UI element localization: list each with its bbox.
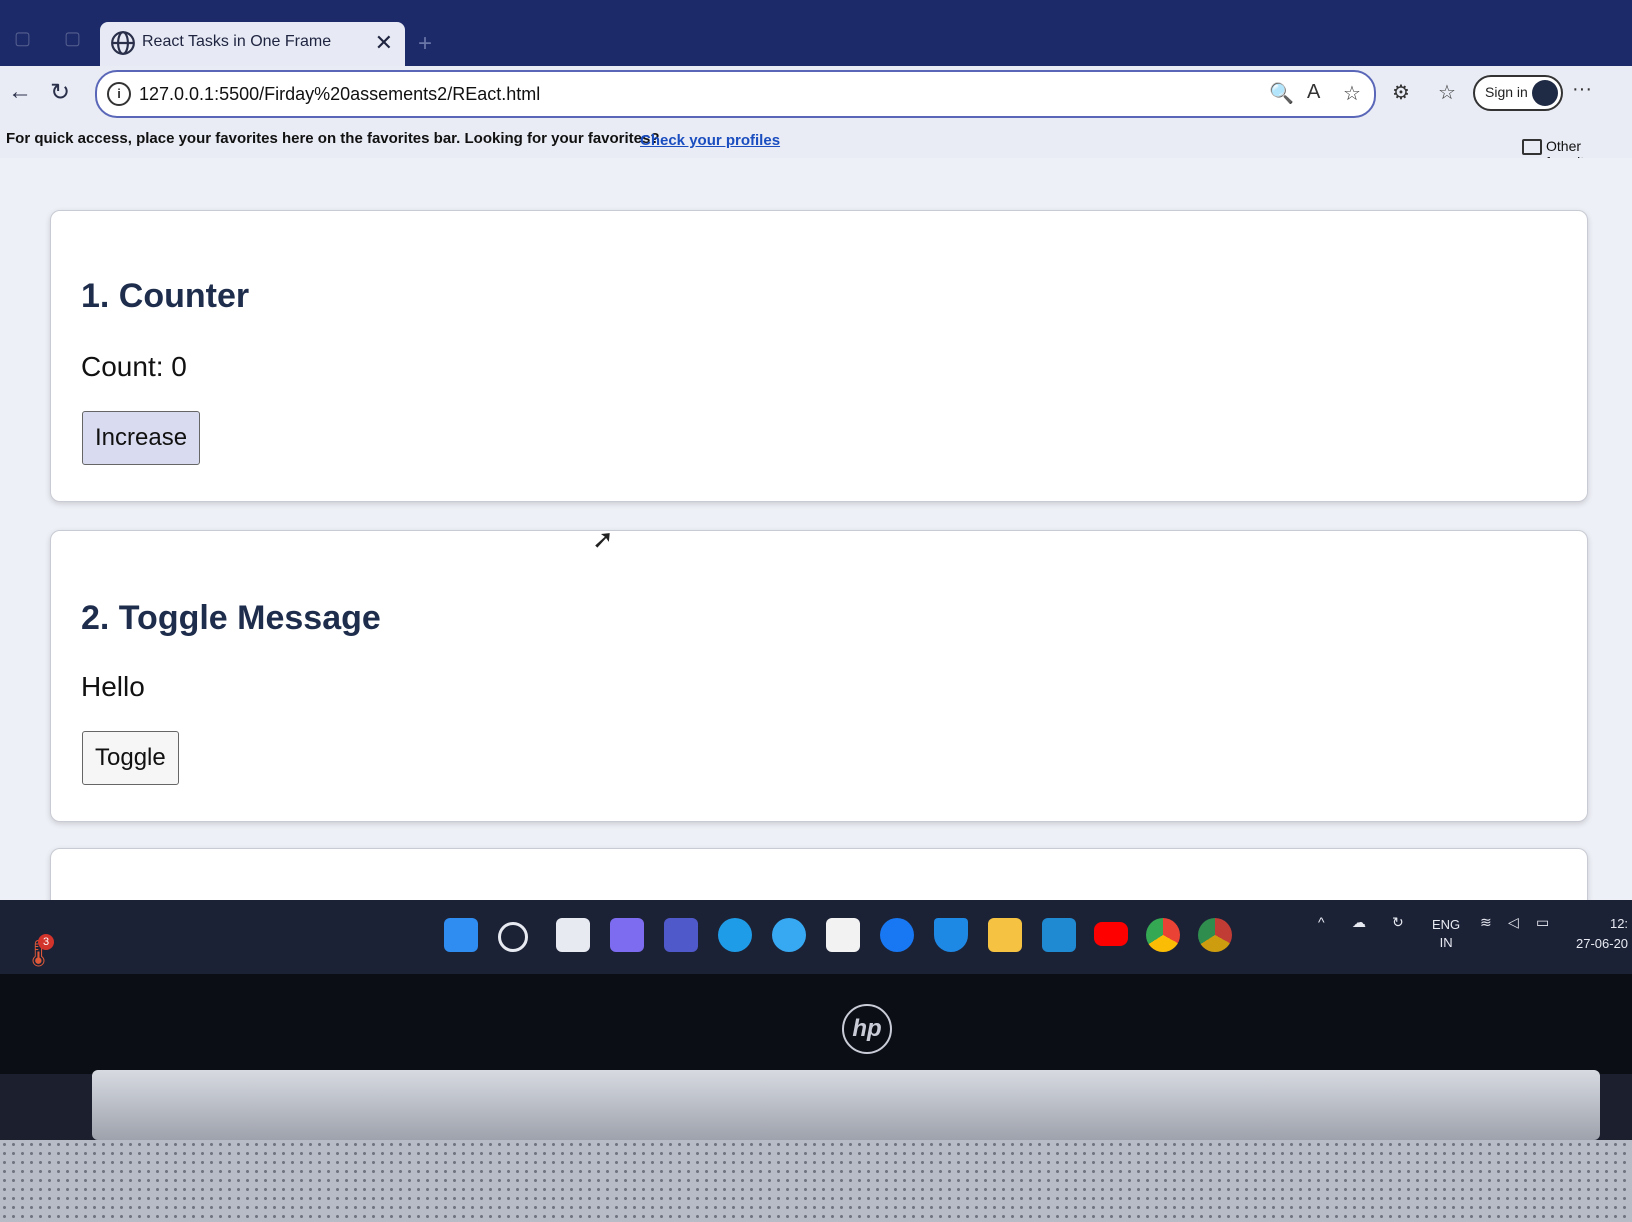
chrome-icon[interactable]: [1146, 918, 1180, 952]
copilot-icon[interactable]: [610, 918, 644, 952]
taskbar: 🌡 3 ^ ☁ ↻ ENG IN ≋ ◁ ▭ 12: 27-06-20: [0, 900, 1632, 974]
clock-date: 27-06-20: [1576, 936, 1629, 951]
sign-in-button[interactable]: Sign in: [1473, 75, 1563, 111]
mouse-cursor-icon: ➚: [592, 524, 614, 554]
language-indicator[interactable]: ENG IN: [1432, 916, 1460, 952]
task-view-icon[interactable]: [556, 918, 590, 952]
counter-title: 1. Counter: [81, 277, 250, 315]
language-code: ENG: [1432, 917, 1461, 932]
start-icon[interactable]: [444, 918, 478, 952]
toggle-title: 2. Toggle Message: [81, 599, 381, 637]
refresh-icon[interactable]: ↻: [50, 78, 70, 107]
read-aloud-icon[interactable]: A: [1307, 81, 1320, 104]
new-tab-button[interactable]: +: [418, 30, 432, 58]
tray-overflow-icon[interactable]: ^: [1318, 914, 1325, 930]
more-menu-icon[interactable]: ···: [1572, 78, 1592, 101]
store-icon[interactable]: [826, 918, 860, 952]
increase-button[interactable]: Increase: [82, 411, 201, 465]
tab-close-icon[interactable]: ✕: [375, 30, 393, 56]
zoom-icon[interactable]: 🔍: [1269, 81, 1294, 106]
window-controls[interactable]: ▢ ▢: [14, 28, 95, 49]
toggle-button[interactable]: Toggle: [82, 731, 179, 785]
help-icon[interactable]: [772, 918, 806, 952]
volume-icon[interactable]: ◁: [1508, 914, 1519, 931]
toggle-message: Hello: [81, 671, 145, 702]
clock-time: 12:: [1609, 916, 1629, 931]
sync-icon[interactable]: ↻: [1392, 914, 1404, 931]
sign-in-label: Sign in: [1485, 84, 1528, 100]
check-profiles-link[interactable]: Check your profiles: [640, 132, 780, 149]
count-display: Count: 0: [81, 351, 187, 382]
back-arrow-icon[interactable]: ←: [8, 78, 32, 106]
edge-icon[interactable]: [718, 918, 752, 952]
file-explorer-icon[interactable]: [988, 918, 1022, 952]
page-content: 1. Counter Count: 0 Increase 2. Toggle M…: [0, 158, 1632, 930]
favorites-bar: For quick access, place your favorites h…: [0, 122, 1632, 170]
tab-strip: ▢ ▢ React Tasks in One Frame ✕ +: [0, 0, 1632, 66]
weather-badge: 3: [38, 934, 54, 950]
chrome-profile-icon[interactable]: [1198, 918, 1232, 952]
youtube-icon[interactable]: [1094, 922, 1128, 946]
search-icon[interactable]: [498, 922, 528, 952]
folder-icon: [1522, 139, 1542, 155]
defender-icon[interactable]: [934, 918, 968, 952]
battery-icon[interactable]: ▭: [1536, 914, 1549, 931]
speaker-grille: [0, 1140, 1632, 1222]
tab-title: React Tasks in One Frame: [142, 33, 332, 50]
region-code: IN: [1439, 935, 1453, 950]
address-bar[interactable]: i 127.0.0.1:5500/Firday%20assements2/REa…: [95, 70, 1376, 118]
url-text[interactable]: 127.0.0.1:5500/Firday%20assements2/REact…: [139, 84, 540, 105]
wifi-icon[interactable]: ≋: [1480, 914, 1492, 931]
laptop-bezel: [0, 974, 1632, 1074]
favorites-icon[interactable]: ☆: [1438, 80, 1456, 105]
screen: ▢ ▢ React Tasks in One Frame ✕ + ← ↻ i 1…: [0, 0, 1632, 935]
laptop-hinge: [92, 1070, 1600, 1140]
extensions-icon[interactable]: ⚙: [1392, 80, 1410, 105]
favorites-message: For quick access, place your favorites h…: [6, 130, 660, 147]
avatar: [1532, 80, 1558, 106]
site-info-icon[interactable]: i: [107, 82, 131, 106]
globe-icon: [111, 31, 135, 55]
tab-react-tasks[interactable]: React Tasks in One Frame ✕: [100, 22, 405, 66]
favorite-star-icon[interactable]: ☆: [1343, 81, 1361, 106]
hp-logo: hp: [842, 1004, 892, 1054]
facebook-icon[interactable]: [880, 918, 914, 952]
vscode-icon[interactable]: [1042, 918, 1076, 952]
counter-card: 1. Counter Count: 0 Increase: [50, 210, 1588, 502]
navigation-bar: ← ↻ i 127.0.0.1:5500/Firday%20assements2…: [0, 66, 1632, 122]
onedrive-icon[interactable]: ☁: [1352, 914, 1366, 931]
toggle-card: 2. Toggle Message Hello Toggle: [50, 530, 1588, 822]
teams-icon[interactable]: [664, 918, 698, 952]
clock[interactable]: 12: 27-06-20: [1576, 914, 1628, 954]
